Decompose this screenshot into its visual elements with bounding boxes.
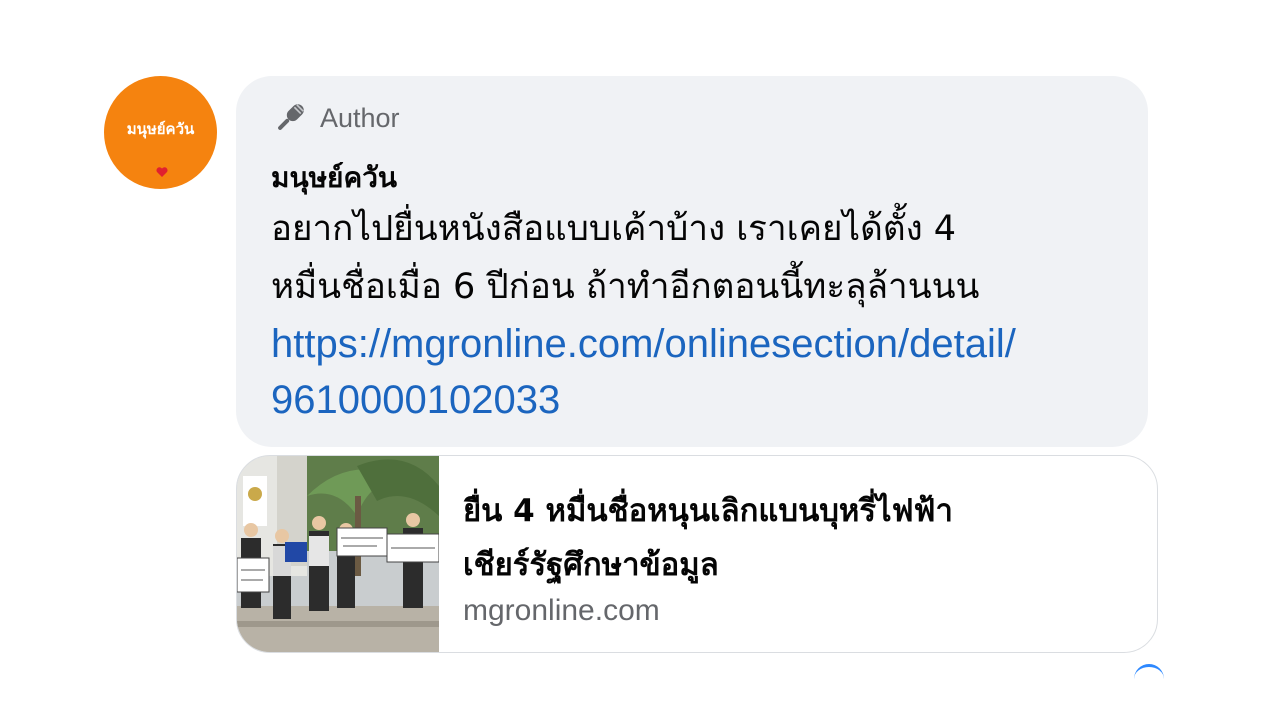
preview-title-line: เชียร์รัฐศึกษาข้อมูล (463, 547, 719, 583)
author-badge: Author (272, 100, 400, 136)
avatar[interactable]: มนุษย์ควัน (104, 76, 217, 189)
preview-thumbnail (237, 456, 439, 652)
preview-domain: mgronline.com (463, 594, 660, 627)
comment-text-line: หมื่นชื่อเมื่อ 6 ปีก่อน ถ้าทำอีกตอนนี้ทะ… (271, 267, 980, 307)
avatar-label: มนุษย์ควัน (126, 119, 195, 138)
comment-bubble: Author มนุษย์ควัน อยากไปยื่นหนังสือแบบเค… (236, 76, 1148, 447)
next-item-peek (1134, 664, 1164, 694)
comment-text: อยากไปยื่นหนังสือแบบเค้าบ้าง เราเคยได้ตั… (271, 200, 1131, 316)
link-preview-card[interactable]: ยื่น 4 หมื่นชื่อหนุนเลิกแบนบุหรี่ไฟฟ้า เ… (236, 455, 1158, 653)
comment-thread: มนุษย์ควัน Author มนุษย์ควัน อยากไปยื่นห… (0, 0, 1280, 720)
heart-icon (156, 167, 168, 177)
author-badge-label: Author (320, 102, 400, 133)
preview-title-line: ยื่น 4 หมื่นชื่อหนุนเลิกแบนบุหรี่ไฟฟ้า (463, 493, 953, 529)
comment-text-line: อยากไปยื่นหนังสือแบบเค้าบ้าง เราเคยได้ตั… (271, 209, 957, 249)
comment-link-line: https://mgronline.com/onlinesection/deta… (271, 322, 1016, 366)
microphone-icon (278, 104, 304, 130)
preview-title[interactable]: ยื่น 4 หมื่นชื่อหนุนเลิกแบนบุหรี่ไฟฟ้า เ… (463, 484, 1143, 592)
comment-link-line: 9610000102033 (271, 378, 561, 422)
comment-author-name[interactable]: มนุษย์ควัน (271, 156, 397, 200)
comment-link[interactable]: https://mgronline.com/onlinesection/deta… (271, 316, 1131, 428)
